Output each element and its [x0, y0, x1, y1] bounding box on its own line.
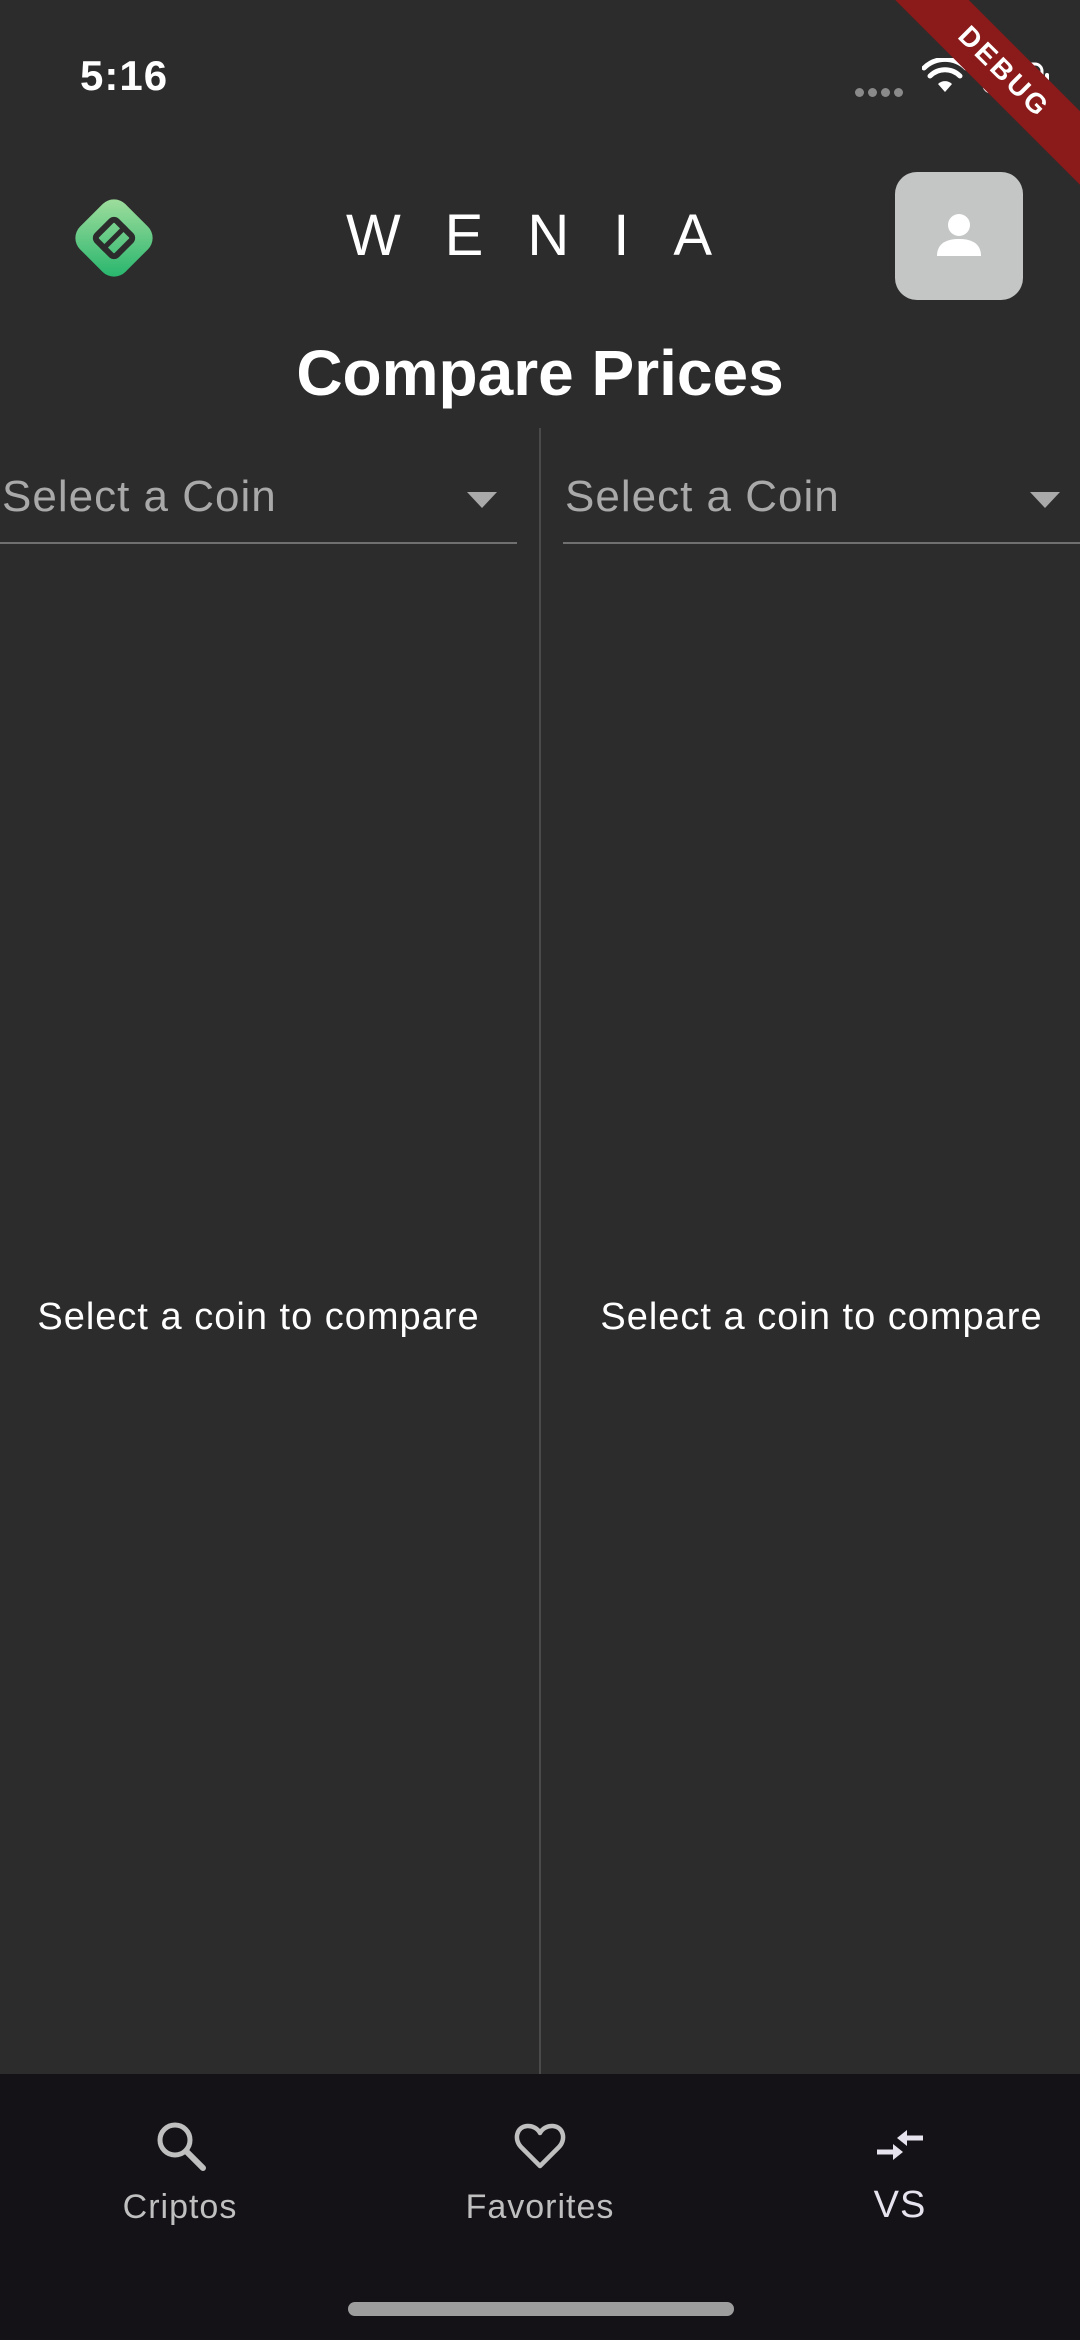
heart-icon	[514, 2123, 566, 2169]
nav-item-vs[interactable]: VS	[720, 2096, 1080, 2246]
dropdown-arrow-icon	[467, 492, 497, 508]
nav-label-criptos: Criptos	[122, 2188, 238, 2226]
empty-message-left: Select a coin to compare	[37, 1296, 480, 1338]
status-time: 5:16	[80, 52, 169, 99]
nav-item-favorites[interactable]: Favorites	[360, 2096, 720, 2246]
signal-dots-icon	[855, 84, 907, 97]
person-icon	[937, 214, 981, 256]
compare-arrows-icon	[877, 2130, 923, 2160]
coin-select-right[interactable]: Select a Coin	[563, 468, 1080, 544]
compare-area: Select a Coin Select a coin to compare S…	[0, 428, 1080, 2074]
battery-icon	[982, 62, 1049, 94]
home-indicator	[348, 2302, 734, 2316]
nav-item-criptos[interactable]: Criptos	[0, 2096, 360, 2246]
wifi-icon	[922, 58, 968, 92]
compare-column-left: Select a Coin Select a coin to compare	[0, 428, 517, 2074]
column-divider	[539, 428, 541, 2074]
coin-select-left[interactable]: Select a Coin	[0, 468, 517, 544]
dropdown-arrow-icon	[1030, 492, 1060, 508]
status-bar: 5:16	[0, 0, 1080, 160]
coin-select-placeholder: Select a Coin	[565, 472, 840, 521]
nav-label-favorites: Favorites	[465, 2188, 615, 2226]
coin-select-placeholder: Select a Coin	[2, 472, 277, 521]
app-header: WENIA	[0, 160, 1080, 320]
search-icon	[157, 2122, 206, 2171]
compare-column-right: Select a Coin Select a coin to compare	[563, 428, 1080, 2074]
profile-button[interactable]	[895, 172, 1023, 300]
nav-label-vs: VS	[873, 2184, 927, 2226]
bottom-nav: Criptos Favorites VS	[0, 2074, 1080, 2340]
page-title: Compare Prices	[296, 337, 784, 409]
empty-message-right: Select a coin to compare	[600, 1296, 1043, 1338]
